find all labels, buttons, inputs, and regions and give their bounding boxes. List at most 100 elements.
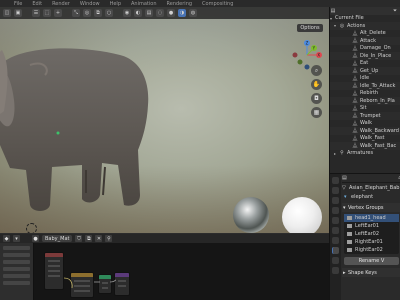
action-item[interactable]: ⏅ Walk_Fast [330,135,400,143]
xray-icon[interactable]: ▤ [145,9,153,17]
gizmo-z-label: Z [306,41,309,46]
elephant-model[interactable] [0,45,180,233]
menu-item-window[interactable]: Window [80,1,100,7]
action-item[interactable]: ⏅ Walk [330,120,400,128]
action-icon: ⏅ [352,128,358,135]
menu-item-edit[interactable]: Edit [32,1,42,7]
3d-viewport[interactable]: ◫ ▣ ☰ ⬚ + ⤡ ◎ ⧉ ○ ◉ ◐ ▤ ◌ ● ◑ ◍ Options [0,7,329,233]
rename-button[interactable]: Rename V [344,257,399,265]
object-tab-icon[interactable] [332,227,339,234]
unlink-material-icon[interactable]: ✕ [95,235,103,242]
list-item[interactable]: LeftEar01 [344,222,399,230]
object-mode-icon[interactable]: ▣ [14,9,22,17]
action-item[interactable]: ⏅ Get_Up [330,67,400,75]
light-object[interactable] [26,223,37,233]
object-icon: ▽ [342,184,346,191]
menu-item-file[interactable]: File [14,1,22,7]
texture-tab-icon[interactable] [332,267,339,274]
mesh-data-tab-icon[interactable] [332,247,339,254]
current-file-row[interactable]: ▾ Current File [330,15,400,23]
action-item[interactable]: ⏅ Walk_Backward [330,127,400,135]
editor-type-icon[interactable]: ◫ [3,9,11,17]
material-slot-icon[interactable]: ● [32,235,39,242]
mesh-icon: ▾ [344,193,347,200]
shading-solid-icon[interactable]: ● [167,9,175,17]
snap-icon[interactable]: ⧉ [94,9,102,17]
select-menu-icon[interactable]: ⬚ [43,9,51,17]
action-item[interactable]: ⏅ Die_In_Place [330,52,400,60]
workspace-tab-animation[interactable]: Animation [131,1,157,7]
vertex-groups-list[interactable]: head1_head LeftEar01 LeftEar02 RightEar0… [344,214,399,254]
output-tab-icon[interactable] [332,197,339,204]
editor-type-icon[interactable]: ▤ [342,175,348,181]
camera-icon[interactable]: ◘ [311,93,322,104]
object-origin [56,131,60,135]
menu-item-help[interactable]: Help [110,1,121,7]
transform-orientation-icon[interactable]: ⤡ [72,9,80,17]
tool-tab-icon[interactable] [332,177,339,184]
pivot-icon[interactable]: ◎ [83,9,91,17]
action-item[interactable]: ⏅ Idle [330,75,400,83]
properties-panel[interactable]: ▤ ⌕ ▽ Asian_Elephant_Bab ▾ elephant ▾ Ve… [329,173,400,300]
action-item[interactable]: ⏅ Sit [330,105,400,113]
material-tab-icon[interactable] [332,257,339,264]
action-icon: ⏅ [352,68,358,75]
action-item[interactable]: ⏅ Eat [330,60,400,68]
list-item[interactable]: head1_head [344,214,399,222]
workspace-tab-rendering[interactable]: Rendering [167,1,193,7]
pan-icon[interactable]: ✋ [311,79,322,90]
action-item[interactable]: ⏅ Attack [330,37,400,45]
node-editor-sidebar[interactable] [0,243,34,300]
menu-item-render[interactable]: Render [52,1,70,7]
action-item[interactable]: ⏅ Trumpet [330,112,400,120]
action-icon: ⏅ [352,83,358,90]
list-item[interactable]: LeftEar02 [344,230,399,238]
shader-node-editor[interactable]: ◆ ▾ ● Baby_Mat ⛉ ⧉ ✕ ⚲ [0,233,329,300]
duplicate-material-icon[interactable]: ⧉ [85,235,93,242]
action-item[interactable]: ⏅ Idle_To_Attack [330,82,400,90]
action-item[interactable]: ⏅ Alt_Delete [330,30,400,38]
pin-icon[interactable]: ⚲ [105,235,113,242]
shading-material-icon[interactable]: ◑ [178,9,186,17]
armatures-row[interactable]: ▸ ⚲ Armatures [330,150,400,158]
action-item[interactable]: ⏅ Walk_Fast_Bac [330,142,400,150]
vertex-groups-panel-header[interactable]: ▾ Vertex Groups [342,203,400,212]
action-icon: ⏅ [352,60,358,67]
options-dropdown[interactable]: Options [297,24,323,32]
zoom-icon[interactable]: ⌕ [311,65,322,76]
editor-type-icon[interactable]: ◆ [3,235,10,242]
shading-rendered-icon[interactable]: ◍ [189,9,197,17]
action-item[interactable]: ⏅ Damage_On [330,45,400,53]
outliner-panel[interactable]: ▤ ⏷ ▾ Current File ▾ ◎ Actions ⏅ Alt_Dele… [329,7,400,173]
shading-wireframe-icon[interactable]: ◌ [156,9,164,17]
armatures-label: Armatures [347,150,374,157]
mesh-datablock[interactable]: ▾ elephant [342,192,400,201]
actions-row[interactable]: ▾ ◎ Actions [330,22,400,30]
world-tab-icon[interactable] [332,217,339,224]
grid-icon[interactable]: ▦ [311,107,322,118]
fake-user-icon[interactable]: ⛉ [75,235,83,242]
object-shader-icon[interactable]: ▾ [13,235,20,242]
overlays-icon[interactable]: ◐ [134,9,142,17]
render-tab-icon[interactable] [332,187,339,194]
filter-icon[interactable]: ⏷ [392,8,398,14]
workspace-tab-compositing[interactable]: Compositing [202,1,233,7]
shape-keys-panel-header[interactable]: ▸ Shape Keys [342,268,400,277]
proportional-edit-icon[interactable]: ○ [105,9,113,17]
current-file-label: Current File [335,15,364,22]
metal-material-preview-sphere [233,197,269,233]
list-item[interactable]: RightEar01 [344,238,399,246]
action-icon: ⏅ [352,113,358,120]
material-name-field[interactable]: Baby_Mat [42,235,73,242]
scene-tab-icon[interactable] [332,207,339,214]
node-editor-header: ◆ ▾ ● Baby_Mat ⛉ ⧉ ✕ ⚲ [0,234,329,243]
visibility-icon[interactable]: ◉ [123,9,131,17]
action-item[interactable]: ⏅ Reborn_In_Pla [330,97,400,105]
display-mode-icon[interactable]: ▤ [330,8,336,14]
list-item[interactable]: RightEar02 [344,246,399,254]
view-menu-icon[interactable]: ☰ [32,9,40,17]
action-icon: ⏅ [352,143,358,150]
add-menu-icon[interactable]: + [54,9,62,17]
action-item[interactable]: ⏅ Rebirth [330,90,400,98]
modifier-tab-icon[interactable] [332,237,339,244]
